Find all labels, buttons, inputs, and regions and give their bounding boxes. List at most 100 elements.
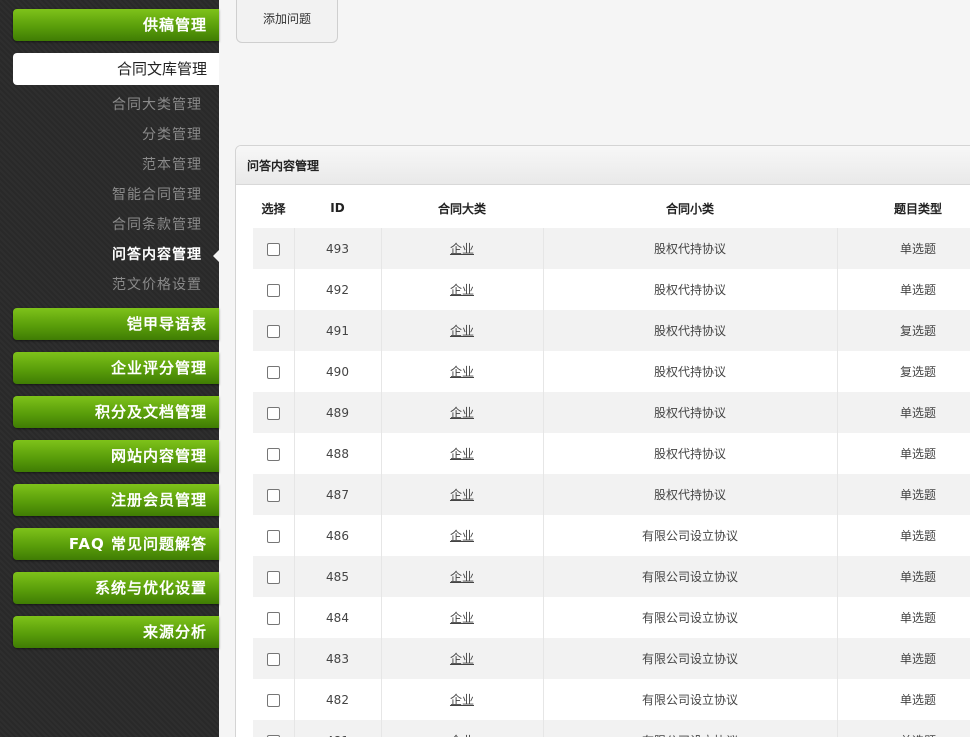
row-category-link[interactable]: 企业 bbox=[450, 570, 474, 584]
menu-members[interactable]: 注册会员管理 bbox=[13, 484, 219, 516]
row-checkbox[interactable] bbox=[266, 529, 280, 543]
row-checkbox[interactable] bbox=[266, 488, 280, 502]
menu-points-documents[interactable]: 积分及文档管理 bbox=[13, 396, 219, 428]
add-question-button[interactable]: 添加问题 bbox=[236, 0, 338, 43]
table-row: 487 企业 股权代持协议 单选题 bbox=[253, 474, 970, 515]
table-row: 492 企业 股权代持协议 单选题 bbox=[253, 269, 970, 310]
row-id: 489 bbox=[294, 392, 382, 433]
row-subcategory: 有限公司设立协议 bbox=[543, 720, 838, 737]
row-select-cell bbox=[253, 679, 295, 720]
table-row: 490 企业 股权代持协议 复选题 bbox=[253, 351, 970, 392]
row-category-link[interactable]: 企业 bbox=[450, 283, 474, 297]
row-subcategory: 股权代持协议 bbox=[543, 228, 838, 269]
row-checkbox[interactable] bbox=[266, 283, 280, 297]
row-category-link[interactable]: 企业 bbox=[450, 447, 474, 461]
menu-contract-library[interactable]: 合同文库管理 bbox=[13, 53, 219, 85]
row-question-type: 单选题 bbox=[837, 269, 970, 310]
row-subcategory: 有限公司设立协议 bbox=[543, 638, 838, 679]
row-id: 490 bbox=[294, 351, 382, 392]
row-checkbox[interactable] bbox=[266, 365, 280, 379]
sub-item-price-setting[interactable]: 范文价格设置 bbox=[112, 270, 202, 300]
row-category-cell: 企业 bbox=[381, 597, 544, 638]
row-question-type: 单选题 bbox=[837, 433, 970, 474]
row-checkbox[interactable] bbox=[266, 447, 280, 461]
row-question-type: 复选题 bbox=[837, 310, 970, 351]
row-category-cell: 企业 bbox=[381, 474, 544, 515]
row-subcategory: 股权代持协议 bbox=[543, 351, 838, 392]
row-subcategory: 有限公司设立协议 bbox=[543, 679, 838, 720]
row-category-link[interactable]: 企业 bbox=[450, 365, 474, 379]
menu-system-settings[interactable]: 系统与优化设置 bbox=[13, 572, 219, 604]
row-id: 492 bbox=[294, 269, 382, 310]
row-id: 491 bbox=[294, 310, 382, 351]
row-question-type: 复选题 bbox=[837, 351, 970, 392]
row-question-type: 单选题 bbox=[837, 679, 970, 720]
qa-content-panel: 问答内容管理 选择 ID 合同大类 合同小类 题目类型 493 企业 股权代持协议单… bbox=[235, 145, 970, 737]
row-checkbox[interactable] bbox=[266, 324, 280, 338]
row-subcategory: 股权代持协议 bbox=[543, 310, 838, 351]
row-category-cell: 企业 bbox=[381, 638, 544, 679]
row-checkbox[interactable] bbox=[266, 570, 280, 584]
row-question-type: 单选题 bbox=[837, 597, 970, 638]
row-category-link[interactable]: 企业 bbox=[450, 529, 474, 543]
row-category-cell: 企业 bbox=[381, 310, 544, 351]
row-checkbox[interactable] bbox=[266, 406, 280, 420]
row-checkbox[interactable] bbox=[266, 652, 280, 666]
row-id: 493 bbox=[294, 228, 382, 269]
row-subcategory: 股权代持协议 bbox=[543, 474, 838, 515]
row-question-type: 单选题 bbox=[837, 228, 970, 269]
row-category-link[interactable]: 企业 bbox=[450, 324, 474, 338]
row-category-link[interactable]: 企业 bbox=[450, 611, 474, 625]
table-row: 482 企业 有限公司设立协议 单选题 bbox=[253, 679, 970, 720]
row-select-cell bbox=[253, 720, 295, 737]
row-category-link[interactable]: 企业 bbox=[450, 693, 474, 707]
row-category-link[interactable]: 企业 bbox=[450, 488, 474, 502]
row-id: 488 bbox=[294, 433, 382, 474]
menu-contribution[interactable]: 供稿管理 bbox=[13, 9, 219, 41]
row-id: 483 bbox=[294, 638, 382, 679]
table-row: 489 企业 股权代持协议 单选题 bbox=[253, 392, 970, 433]
row-subcategory: 有限公司设立协议 bbox=[543, 556, 838, 597]
row-select-cell bbox=[253, 474, 295, 515]
sub-item-smart-contract[interactable]: 智能合同管理 bbox=[112, 180, 202, 210]
row-category-cell: 企业 bbox=[381, 720, 544, 737]
menu-site-content[interactable]: 网站内容管理 bbox=[13, 440, 219, 472]
row-checkbox[interactable] bbox=[266, 693, 280, 707]
row-select-cell bbox=[253, 269, 295, 310]
sub-item-classification[interactable]: 分类管理 bbox=[142, 120, 202, 150]
row-id: 481 bbox=[294, 720, 382, 737]
row-select-cell bbox=[253, 638, 295, 679]
row-subcategory: 有限公司设立协议 bbox=[543, 597, 838, 638]
row-question-type: 单选题 bbox=[837, 474, 970, 515]
menu-company-rating[interactable]: 企业评分管理 bbox=[13, 352, 219, 384]
table-row: 483 企业 有限公司设立协议 单选题 bbox=[253, 638, 970, 679]
row-select-cell bbox=[253, 392, 295, 433]
sub-item-templates[interactable]: 范本管理 bbox=[142, 150, 202, 180]
row-select-cell bbox=[253, 310, 295, 351]
column-header-question-type: 题目类型 bbox=[837, 188, 970, 228]
row-id: 484 bbox=[294, 597, 382, 638]
row-checkbox[interactable] bbox=[266, 242, 280, 256]
row-select-cell bbox=[253, 351, 295, 392]
sub-item-contract-clauses[interactable]: 合同条款管理 bbox=[112, 210, 202, 240]
row-category-link[interactable]: 企业 bbox=[450, 406, 474, 420]
row-category-link[interactable]: 企业 bbox=[450, 652, 474, 666]
row-id: 487 bbox=[294, 474, 382, 515]
row-category-link[interactable]: 企业 bbox=[450, 242, 474, 256]
row-category-cell: 企业 bbox=[381, 433, 544, 474]
table-row: 481企业有限公司设立协议单选题 bbox=[253, 720, 970, 737]
row-category-cell: 企业 bbox=[381, 351, 544, 392]
menu-guide-table[interactable]: 铠甲导语表 bbox=[13, 308, 219, 340]
row-checkbox[interactable] bbox=[266, 611, 280, 625]
panel-title: 问答内容管理 bbox=[236, 146, 970, 185]
menu-source-analysis[interactable]: 来源分析 bbox=[13, 616, 219, 648]
row-select-cell bbox=[253, 556, 295, 597]
sub-item-qa-content[interactable]: 问答内容管理 bbox=[112, 240, 202, 270]
row-select-cell bbox=[253, 597, 295, 638]
row-category-cell: 企业 bbox=[381, 228, 544, 269]
column-header-subcategory: 合同小类 bbox=[543, 188, 837, 228]
table-row: 491 企业 股权代持协议 复选题 bbox=[253, 310, 970, 351]
menu-faq[interactable]: FAQ 常见问题解答 bbox=[13, 528, 219, 560]
row-select-cell bbox=[253, 433, 295, 474]
sub-item-contract-category[interactable]: 合同大类管理 bbox=[112, 90, 202, 120]
